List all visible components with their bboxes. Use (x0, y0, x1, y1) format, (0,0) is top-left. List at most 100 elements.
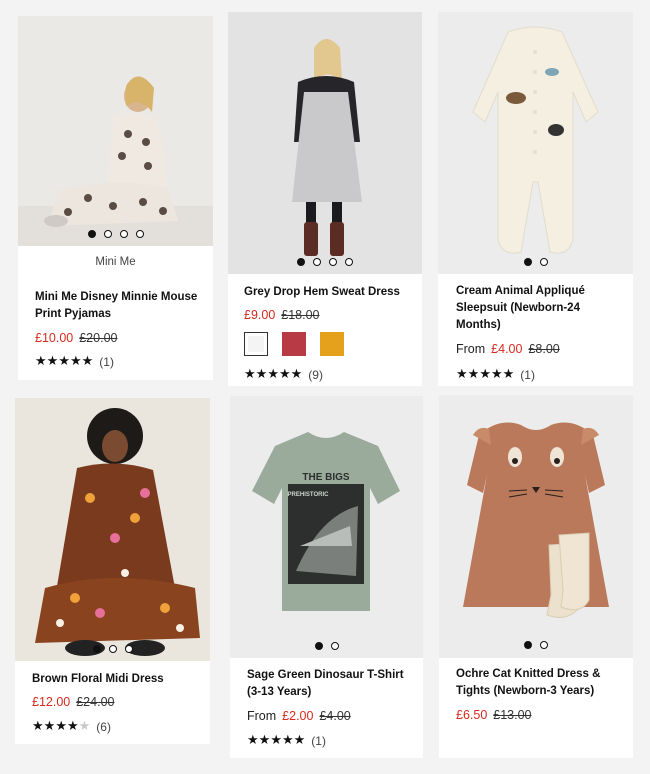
rating[interactable]: ★★★★★ (1) (456, 367, 535, 382)
carousel-dot[interactable] (119, 230, 128, 238)
product-title[interactable]: Sage Green Dinosaur T-Shirt (3-13 Years) (247, 667, 404, 701)
star-rating-icon: ★★★★★ (35, 354, 93, 369)
star-icon: ★ (258, 733, 271, 748)
sale-price: £9.00 (244, 308, 276, 322)
star-icon: ★ (502, 367, 515, 382)
carousel-dot[interactable] (135, 230, 144, 238)
star-icon: ★ (81, 354, 94, 369)
star-icon: ★ (467, 367, 480, 382)
star-icon: ★ (247, 733, 259, 748)
star-icon: ★ (32, 719, 44, 734)
from-label: From (247, 709, 277, 723)
carousel-dot[interactable] (313, 258, 321, 266)
product-image[interactable] (228, 12, 422, 274)
swatch-red[interactable] (282, 332, 306, 356)
star-icon: ★ (255, 367, 268, 382)
product-title[interactable]: Cream Animal Appliqué Sleepsuit (Newborn… (456, 283, 585, 334)
carousel-dot[interactable] (103, 230, 112, 238)
colour-swatches (244, 332, 344, 356)
price: £10.00 £20.00 (35, 331, 117, 345)
sale-price: £4.00 (491, 342, 523, 356)
star-icon: ★ (58, 354, 70, 369)
tshirt-print-brand: PREHISTORIC (288, 492, 330, 498)
product-image[interactable] (18, 16, 213, 246)
product-card-dinosaur-tshirt[interactable]: THE BIGS PREHISTORIC Sage Green Dinosaur… (230, 396, 423, 758)
carousel-dot[interactable] (124, 645, 133, 653)
product-title[interactable]: Grey Drop Hem Sweat Dress (244, 284, 400, 301)
swatch-white[interactable] (244, 332, 268, 356)
review-count: (1) (311, 733, 326, 748)
review-count: (9) (308, 367, 323, 382)
star-icon: ★ (78, 719, 91, 734)
from-label: From (456, 342, 486, 356)
rating[interactable]: ★★★★★ (1) (35, 354, 114, 369)
star-icon: ★ (293, 733, 306, 748)
product-image[interactable] (15, 398, 210, 661)
cat-knitted-dress-image (439, 395, 633, 658)
star-icon: ★ (66, 719, 79, 734)
image-carousel-dots (439, 641, 633, 649)
star-icon: ★ (281, 733, 294, 748)
review-count: (6) (96, 719, 111, 734)
image-carousel-dots (438, 258, 633, 266)
star-icon: ★ (244, 367, 256, 382)
star-icon: ★ (35, 354, 47, 369)
product-card-cat-dress[interactable]: Ochre Cat Knitted Dress & Tights (Newbor… (439, 395, 633, 758)
product-card-sleepsuit[interactable]: Cream Animal Appliqué Sleepsuit (Newborn… (438, 12, 633, 386)
star-rating-icon: ★★★★★ (247, 733, 305, 748)
swatch-mustard[interactable] (320, 332, 344, 356)
woman-pyjamas-image (18, 16, 213, 246)
star-icon: ★ (456, 367, 468, 382)
rating[interactable]: ★★★★★ (6) (32, 719, 111, 734)
product-card-floral-dress[interactable]: Brown Floral Midi Dress £12.00 £24.00 ★★… (15, 398, 210, 744)
sale-price: £2.00 (282, 709, 314, 723)
star-icon: ★ (278, 367, 291, 382)
image-carousel-dots (18, 230, 213, 238)
image-carousel-dots (228, 258, 422, 266)
rating[interactable]: ★★★★★ (1) (247, 733, 326, 748)
product-card-grey-dress[interactable]: Grey Drop Hem Sweat Dress £9.00 £18.00 ★… (228, 12, 422, 386)
carousel-dot[interactable] (345, 258, 353, 266)
carousel-dot[interactable] (330, 642, 339, 650)
carousel-dot[interactable] (524, 641, 532, 649)
star-icon: ★ (490, 367, 503, 382)
woman-grey-dress-image (228, 12, 422, 274)
product-title[interactable]: Brown Floral Midi Dress (32, 671, 164, 688)
star-rating-icon: ★★★★★ (32, 719, 90, 734)
carousel-dot[interactable] (540, 641, 548, 649)
original-price: £13.00 (493, 708, 532, 722)
price: £12.00 £24.00 (32, 695, 114, 709)
review-count: (1) (99, 354, 114, 369)
carousel-dot[interactable] (329, 258, 337, 266)
price: £9.00 £18.00 (244, 308, 320, 322)
star-icon: ★ (43, 719, 56, 734)
star-icon: ★ (270, 733, 282, 748)
star-icon: ★ (267, 367, 279, 382)
product-card-pyjamas[interactable]: Mini Me Mini Me Disney Minnie Mouse Prin… (18, 16, 213, 380)
woman-floral-dress-image (15, 398, 210, 661)
rating[interactable]: ★★★★★ (9) (244, 367, 323, 382)
star-icon: ★ (290, 367, 303, 382)
carousel-dot[interactable] (108, 645, 117, 653)
carousel-dot[interactable] (539, 258, 548, 266)
star-rating-icon: ★★★★★ (456, 367, 514, 382)
carousel-dot[interactable] (314, 642, 323, 650)
carousel-dot[interactable] (92, 645, 101, 653)
carousel-dot[interactable] (297, 258, 305, 266)
product-image[interactable] (439, 395, 633, 658)
original-price: £4.00 (319, 709, 351, 723)
carousel-dot[interactable] (523, 258, 532, 266)
product-title[interactable]: Mini Me Disney Minnie Mouse Print Pyjama… (35, 289, 197, 323)
sale-price: £12.00 (32, 695, 71, 709)
carousel-dot[interactable] (87, 230, 96, 238)
original-price: £18.00 (281, 308, 320, 322)
product-title[interactable]: Ochre Cat Knitted Dress & Tights (Newbor… (456, 666, 600, 700)
star-icon: ★ (479, 367, 491, 382)
image-carousel-dots (15, 645, 210, 653)
image-carousel-dots (230, 642, 423, 650)
product-image[interactable] (438, 12, 633, 274)
product-image[interactable]: THE BIGS PREHISTORIC (230, 396, 423, 658)
star-icon: ★ (46, 354, 59, 369)
star-rating-icon: ★★★★★ (244, 367, 302, 382)
tshirt-print-title: THE BIGS (302, 472, 350, 483)
